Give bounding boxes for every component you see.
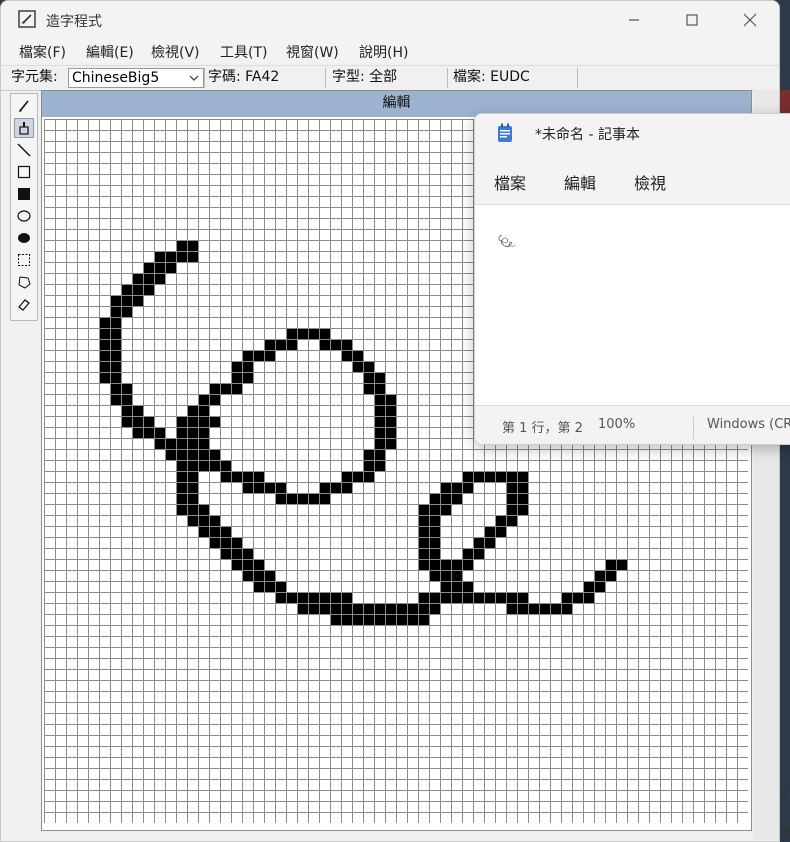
cursor-position: 第 1 行，第 2 bbox=[502, 421, 583, 436]
filled-cell bbox=[440, 482, 473, 493]
filled-cell bbox=[209, 383, 242, 394]
line-icon bbox=[17, 143, 31, 157]
info-separator bbox=[447, 68, 448, 88]
zoom-level: 100% bbox=[598, 417, 636, 432]
chevron-down-icon bbox=[189, 75, 199, 81]
filled-rect-icon bbox=[18, 188, 30, 200]
filled-cell bbox=[275, 493, 330, 504]
hollow-ellipse-icon bbox=[17, 210, 31, 222]
menu-tools[interactable]: 工具(T) bbox=[220, 42, 267, 62]
filled-cell bbox=[121, 284, 154, 295]
filled-cell bbox=[418, 559, 451, 570]
rect-select-icon bbox=[18, 254, 30, 266]
font-label: 字型: 全部 bbox=[332, 69, 398, 85]
notepad-title: *未命名 - 記事本 bbox=[535, 127, 640, 143]
filled-cell bbox=[330, 614, 429, 625]
filled-cell bbox=[264, 339, 297, 350]
file-label: 檔案: EUDC bbox=[453, 69, 530, 85]
custom-character-preview bbox=[498, 234, 516, 247]
notepad-menu-edit[interactable]: 編輯 bbox=[564, 170, 596, 194]
freeform-select-icon bbox=[18, 276, 31, 289]
menu-window[interactable]: 視窗(W) bbox=[286, 42, 339, 62]
filled-cell bbox=[220, 548, 253, 559]
filled-ellipse-icon bbox=[18, 233, 30, 243]
notepad-title-bar: *未命名 - 記事本 bbox=[475, 114, 790, 154]
charset-value: ChineseBig5 bbox=[72, 70, 160, 86]
maximize-button[interactable] bbox=[663, 1, 721, 39]
filled-cell bbox=[176, 427, 209, 438]
toolbox bbox=[10, 93, 38, 321]
status-separator bbox=[693, 417, 694, 439]
minimize-icon bbox=[629, 19, 639, 21]
code-label: 字碼: FA42 bbox=[208, 69, 280, 85]
close-icon bbox=[743, 13, 757, 27]
notepad-status-bar: 第 1 行，第 2 100% Windows (CRLF) bbox=[475, 405, 790, 444]
filled-cell bbox=[154, 438, 187, 449]
filled-cell bbox=[231, 559, 264, 570]
tool-pencil[interactable] bbox=[14, 96, 34, 116]
tool-eraser[interactable] bbox=[14, 294, 34, 314]
notepad-icon bbox=[498, 123, 512, 142]
maximize-icon bbox=[686, 14, 698, 26]
notepad-menu-file[interactable]: 檔案 bbox=[494, 170, 526, 194]
menu-edit[interactable]: 編輯(E) bbox=[86, 42, 134, 62]
app-pencil-icon bbox=[18, 10, 36, 28]
filled-cell bbox=[187, 515, 220, 526]
window-title: 造字程式 bbox=[46, 14, 102, 30]
notepad-menu-view[interactable]: 檢視 bbox=[634, 170, 666, 194]
tool-filled-ellipse[interactable] bbox=[14, 228, 34, 248]
filled-cell bbox=[253, 581, 286, 592]
line-ending: Windows (CRLF) bbox=[707, 417, 790, 432]
filled-cell bbox=[143, 262, 176, 273]
menu-bar: 檔案(F) 編輯(E) 檢視(V) 工具(T) 視窗(W) 說明(H) bbox=[1, 39, 779, 63]
notepad-window: *未命名 - 記事本 檔案 編輯 檢視 第 1 行，第 2 100% Windo… bbox=[474, 113, 790, 445]
filled-cell bbox=[319, 339, 352, 350]
filled-cell bbox=[429, 493, 462, 504]
background-edge-text: 效 bbox=[781, 825, 790, 839]
eraser-icon bbox=[18, 299, 30, 311]
notepad-text-area[interactable] bbox=[475, 204, 790, 405]
tool-hollow-ellipse[interactable] bbox=[14, 206, 34, 226]
minimize-button[interactable] bbox=[605, 1, 663, 39]
filled-cell bbox=[176, 504, 209, 515]
info-separator bbox=[577, 68, 578, 88]
filled-cell bbox=[341, 471, 374, 482]
filled-cell bbox=[440, 581, 473, 592]
tool-hollow-rect[interactable] bbox=[14, 162, 34, 182]
background-edge-text: s bbox=[781, 786, 788, 800]
hollow-rect-icon bbox=[17, 165, 31, 179]
title-bar: 造字程式 bbox=[1, 1, 779, 39]
filled-cell bbox=[209, 537, 242, 548]
close-button[interactable] bbox=[721, 1, 779, 39]
filled-cell bbox=[198, 460, 231, 471]
menu-help[interactable]: 說明(H) bbox=[359, 42, 408, 62]
filled-cell bbox=[110, 295, 143, 306]
notepad-menu-bar: 檔案 編輯 檢視 bbox=[475, 154, 790, 204]
info-separator bbox=[204, 68, 205, 88]
filled-cell bbox=[132, 273, 165, 284]
filled-cell bbox=[319, 482, 352, 493]
filled-cell bbox=[198, 526, 231, 537]
menu-view[interactable]: 檢視(V) bbox=[151, 42, 200, 62]
filled-cell bbox=[132, 427, 165, 438]
info-separator bbox=[325, 68, 326, 88]
filled-cell bbox=[121, 416, 154, 427]
tool-brush[interactable] bbox=[14, 118, 34, 138]
charset-label: 字元集: bbox=[11, 69, 58, 85]
filled-cell bbox=[242, 350, 275, 361]
tool-filled-rect[interactable] bbox=[14, 184, 34, 204]
charset-select[interactable]: ChineseBig5 bbox=[68, 68, 204, 88]
filled-cell bbox=[242, 570, 275, 581]
tool-rect-select[interactable] bbox=[14, 250, 34, 270]
info-bar: 字元集: ChineseBig5 字碼: FA42 字型: 全部 檔案: EUD… bbox=[1, 65, 779, 91]
menu-file[interactable]: 檔案(F) bbox=[19, 42, 66, 62]
brush-icon bbox=[19, 122, 29, 135]
filled-cell bbox=[187, 449, 220, 460]
tool-freeform-select[interactable] bbox=[14, 272, 34, 292]
filled-cell bbox=[429, 570, 462, 581]
filled-cell bbox=[561, 592, 594, 603]
tool-line[interactable] bbox=[14, 140, 34, 160]
filled-cell bbox=[418, 504, 451, 515]
pencil-icon bbox=[19, 100, 29, 112]
